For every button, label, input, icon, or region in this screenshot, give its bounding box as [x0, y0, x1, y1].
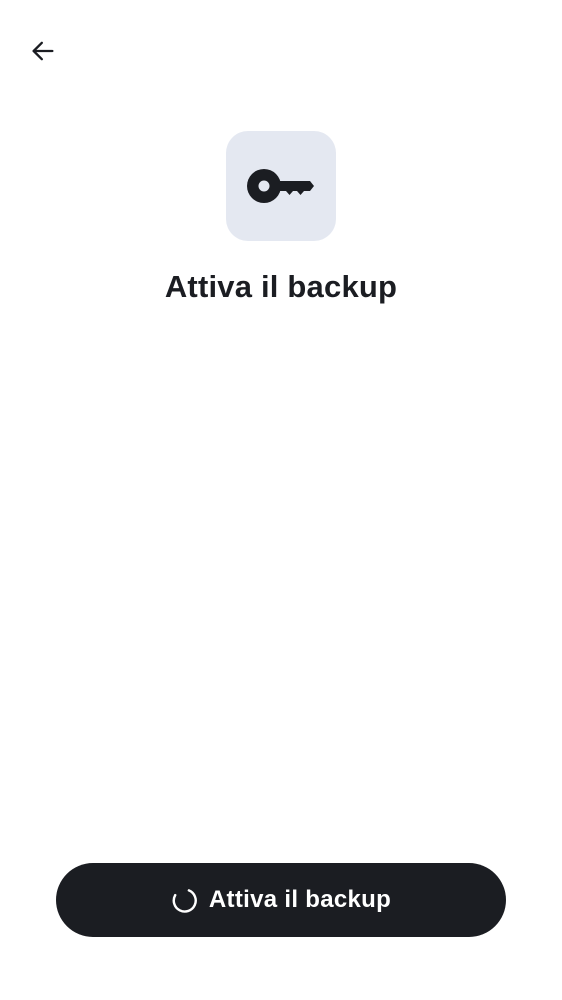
- arrow-left-icon: [32, 41, 54, 61]
- page-title: Attiva il backup: [164, 269, 398, 304]
- enable-backup-button[interactable]: Attiva il backup: [56, 863, 506, 937]
- key-icon: [247, 169, 314, 203]
- enable-backup-button-label: Attiva il backup: [208, 886, 392, 913]
- spinner-icon: [171, 887, 197, 913]
- key-icon-tile: [226, 131, 336, 241]
- back-button[interactable]: [22, 30, 64, 72]
